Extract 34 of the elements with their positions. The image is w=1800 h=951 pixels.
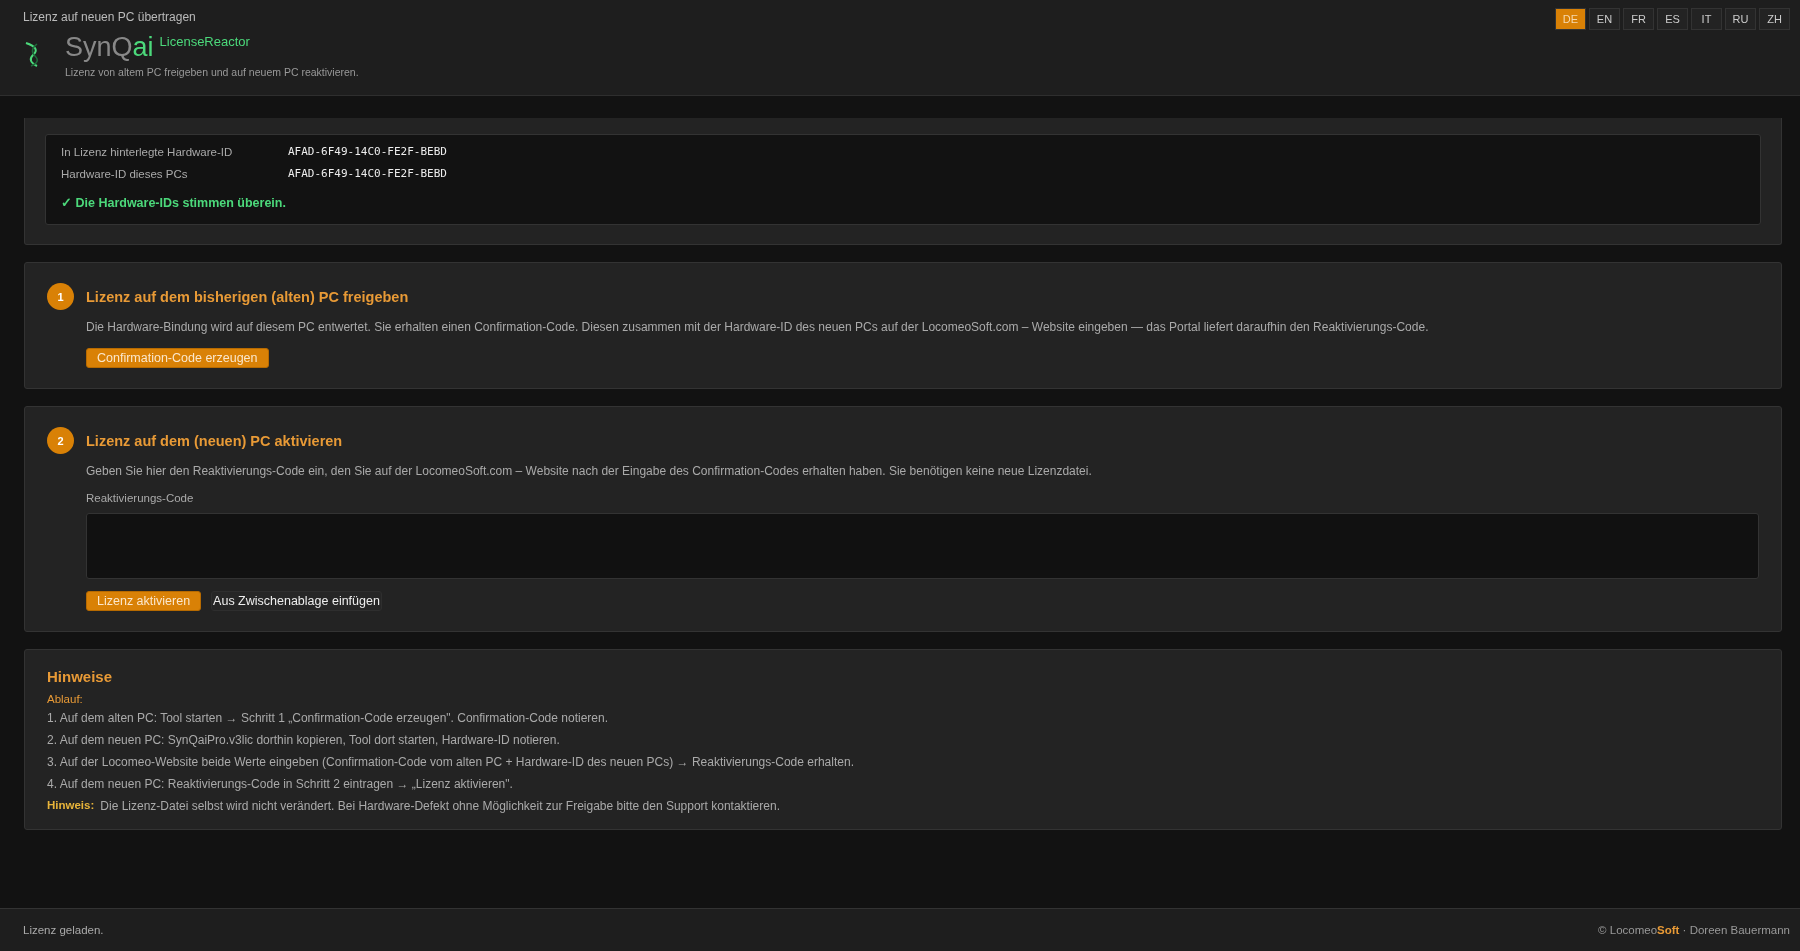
subtitle: Lizenz von altem PC freigeben und auf neuem PC reaktivieren. bbox=[65, 66, 359, 78]
step-title: Lizenz auf dem (neuen) PC aktivieren bbox=[86, 432, 343, 449]
note-label: Hinweis: bbox=[47, 799, 95, 813]
language-button[interactable]: ES bbox=[1657, 8, 1688, 30]
step-number: 2 bbox=[47, 427, 74, 454]
status-message: Lizenz geladen. bbox=[23, 924, 104, 936]
product-name: LicenseReactor bbox=[159, 34, 250, 49]
hint-item: 2. Auf dem neuen PC: SynQaiPro.v3lic dorthin kopieren, Tool dort starten, Hardware-ID notieren. bbox=[47, 733, 561, 747]
step-title: Lizenz auf dem bisherigen (alten) PC freigeben bbox=[86, 288, 409, 305]
action-button[interactable]: Aus Zwischenablage einfügen bbox=[211, 591, 382, 611]
language-button[interactable]: FR bbox=[1623, 8, 1654, 30]
hardware-label: In Lizenz hinterlegte Hardware-ID bbox=[61, 145, 234, 158]
window-title: Lizenz auf neuen PC übertragen bbox=[23, 10, 197, 24]
hint-item: 4. Auf dem neuen PC: Reaktivierungs-Code in Schritt 2 eintragen → „Lizenz aktivieren". bbox=[47, 777, 514, 791]
note-text: Die Lizenz-Datei selbst wird nicht verändert. Bei Hardware-Defekt ohne Möglichkeit zur Freigabe bitte den Support kontaktieren. bbox=[100, 799, 780, 813]
language-button[interactable]: IT bbox=[1691, 8, 1722, 30]
match-status: ✓ Die Hardware-IDs stimmen überein. bbox=[61, 195, 287, 210]
step-description: Geben Sie hier den Reaktivierungs-Code ein, den Sie auf der LocomeoSoft.com – Website nach der Eingabe des Confirmation-Codes erhalten haben. Sie benötigen keine neue Lizenzdatei. bbox=[86, 464, 1093, 478]
hardware-label: Hardware-ID dieses PCs bbox=[61, 167, 189, 180]
step-description: Die Hardware-Bindung wird auf diesem PC entwertet. Sie erhalten einen Confirmation-Code. Diesen zusammen mit der Hardware-ID des neuen PCs auf der LocomeoSoft.com – Website eingeben — das Portal liefert daraufhin den Reaktivierungs-Code. bbox=[86, 320, 1430, 334]
hints-subtitle: Ablauf: bbox=[47, 693, 84, 705]
language-button[interactable]: ZH bbox=[1759, 8, 1790, 30]
hints-title: Hinweise bbox=[47, 668, 114, 685]
hardware-id: AFAD-6F49-14C0-FE2F-BEBD bbox=[288, 145, 448, 158]
input-field[interactable] bbox=[86, 513, 1759, 579]
brand-name: SynQai bbox=[65, 32, 154, 62]
field-label: Reaktivierungs-Code bbox=[86, 492, 195, 504]
copyright: © LocomeoSoft · Doreen Bauermann bbox=[1598, 924, 1790, 936]
hardware-id: AFAD-6F49-14C0-FE2F-BEBD bbox=[288, 167, 448, 180]
hint-item: 3. Auf der Locomeo-Website beide Werte eingeben (Confirmation-Code vom alten PC + Hardware-ID des neuen PCs) → Reaktivierungs-Code erhalten. bbox=[47, 755, 855, 769]
hint-item: 1. Auf dem alten PC: Tool starten → Schritt 1 „Confirmation-Code erzeugen". Confirmation-Code notieren. bbox=[47, 711, 609, 725]
language-button[interactable]: EN bbox=[1589, 8, 1620, 30]
step-number: 1 bbox=[47, 283, 74, 310]
language-button[interactable]: RU bbox=[1725, 8, 1756, 30]
